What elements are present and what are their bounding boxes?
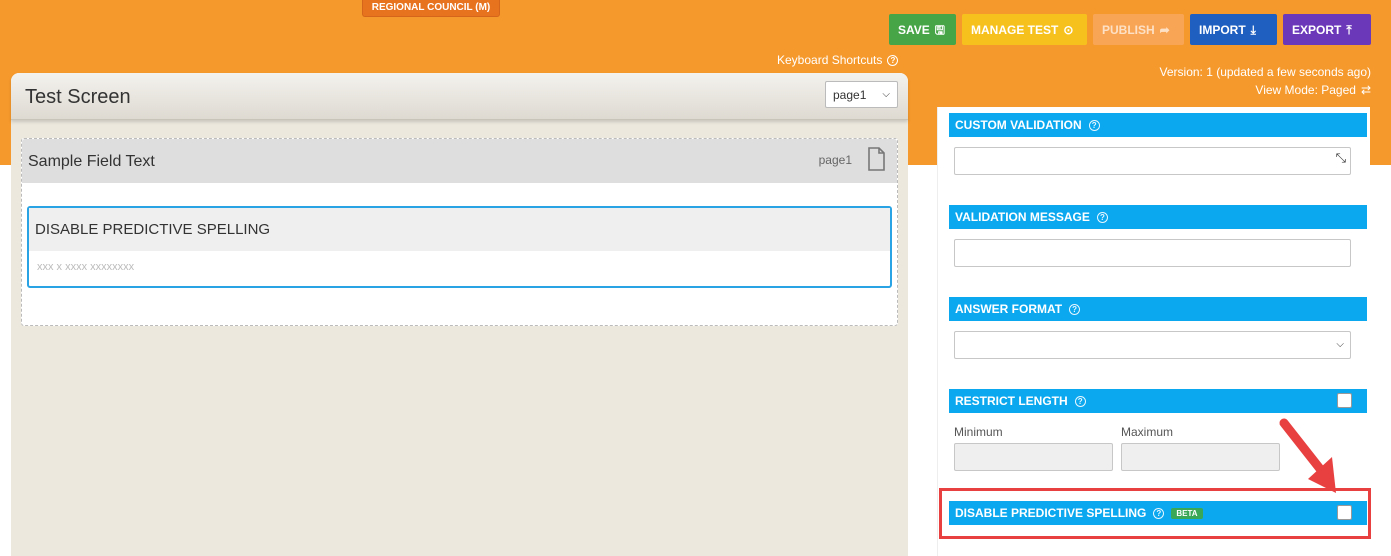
custom-validation-label: CUSTOM VALIDATION — [955, 118, 1082, 132]
help-icon: ? — [887, 54, 899, 66]
arrow-annotation-icon — [1279, 418, 1336, 493]
answer-format-label: ANSWER FORMAT — [955, 302, 1063, 316]
validation-message-label: VALIDATION MESSAGE — [955, 210, 1090, 224]
custom-validation-header: CUSTOM VALIDATION ? — [949, 113, 1367, 137]
manage-test-button[interactable]: MANAGE TEST ⊙ — [962, 14, 1087, 45]
edit-icon[interactable]: ⤡ — [1336, 150, 1346, 166]
org-badge: REGIONAL COUNCIL (M) — [362, 0, 500, 17]
export-label: EXPORT — [1292, 22, 1342, 37]
validation-message-header: VALIDATION MESSAGE ? — [949, 205, 1367, 229]
save-label: SAVE — [898, 22, 930, 37]
restrict-length-label: RESTRICT LENGTH — [955, 394, 1068, 408]
field-placeholder: xxx x xxxx xxxxxxxx — [37, 261, 135, 273]
restrict-length-header: RESTRICT LENGTH ? — [949, 389, 1367, 413]
swap-icon: ⇄ — [1360, 83, 1371, 97]
help-icon[interactable]: ? — [1074, 395, 1086, 407]
answer-format-header: ANSWER FORMAT ? — [949, 297, 1367, 321]
page-select-value: page1 — [833, 87, 867, 102]
page-card[interactable]: Sample Field Text page1 DISABLE PREDICTI… — [21, 138, 898, 326]
maximum-label: Maximum — [1121, 425, 1174, 439]
toolbar: SAVE 🖫 MANAGE TEST ⊙ PUBLISH ➦ IMPORT ⤓ … — [889, 14, 1371, 45]
screen-panel: Test Screen page1 ⌵ Sample Field Text pa… — [11, 73, 908, 556]
chevron-down-icon: ⌵ — [1336, 339, 1344, 350]
restrict-length-checkbox[interactable] — [1337, 393, 1352, 408]
answer-format-select[interactable]: ⌵ — [954, 331, 1351, 359]
minimum-input[interactable] — [954, 443, 1113, 471]
keyboard-shortcuts-label: Keyboard Shortcuts — [777, 53, 883, 67]
page-card-page-label: page1 — [818, 153, 852, 167]
download-tray-icon: ⤓ — [1250, 22, 1256, 37]
floppy-icon: 🖫 — [934, 22, 946, 37]
help-icon[interactable]: ? — [1069, 303, 1081, 315]
upload-tray-icon: ⤒ — [1346, 22, 1352, 37]
settings-circle-icon: ⊙ — [1063, 22, 1074, 37]
page-select[interactable]: page1 ⌵ — [825, 81, 898, 108]
page-card-header: Sample Field Text page1 — [22, 139, 897, 183]
import-label: IMPORT — [1199, 22, 1246, 37]
save-button[interactable]: SAVE 🖫 — [889, 14, 956, 45]
version-text: Version: 1 (updated a few seconds ago) — [1159, 65, 1371, 79]
page-card-title: Sample Field Text — [28, 153, 155, 170]
custom-validation-textarea[interactable]: ⤡ — [954, 147, 1351, 175]
minimum-label: Minimum — [954, 425, 1003, 439]
view-mode-toggle[interactable]: View Mode: Paged ⇄ — [1255, 83, 1371, 97]
share-icon: ➦ — [1159, 22, 1170, 37]
validation-message-input[interactable] — [954, 239, 1351, 267]
publish-label: PUBLISH — [1102, 22, 1155, 37]
export-button[interactable]: EXPORT ⤒ — [1283, 14, 1371, 45]
view-mode-label: View Mode: Paged — [1255, 83, 1356, 97]
file-icon[interactable] — [867, 147, 886, 171]
screen-title: Test Screen — [25, 86, 131, 108]
keyboard-shortcuts-link[interactable]: Keyboard Shortcuts ? — [777, 53, 899, 67]
manage-test-label: MANAGE TEST — [971, 22, 1059, 37]
publish-button[interactable]: PUBLISH ➦ — [1093, 14, 1184, 45]
help-icon[interactable]: ? — [1088, 119, 1100, 131]
help-icon[interactable]: ? — [1096, 211, 1108, 223]
field-box[interactable]: DISABLE PREDICTIVE SPELLING xxx x xxxx x… — [27, 206, 892, 288]
chevron-down-icon: ⌵ — [882, 89, 890, 100]
import-button[interactable]: IMPORT ⤓ — [1190, 14, 1277, 45]
maximum-input[interactable] — [1121, 443, 1280, 471]
field-label: DISABLE PREDICTIVE SPELLING — [29, 208, 890, 251]
screen-header: Test Screen page1 ⌵ — [11, 73, 908, 120]
